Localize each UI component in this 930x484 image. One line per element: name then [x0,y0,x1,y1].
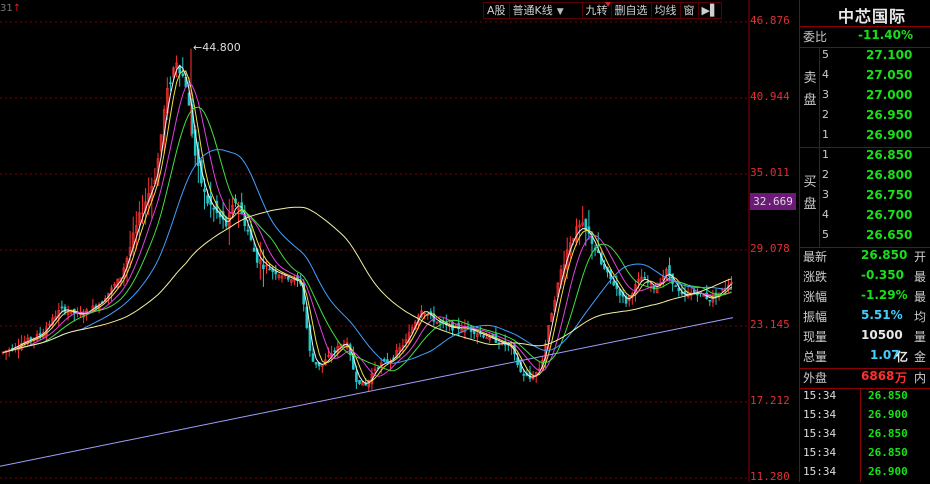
candle-body [246,229,250,232]
candle-body [206,195,209,204]
tick-trade-row: 15:34 26.850 [803,446,908,459]
stat-row: 最新 26.850 开 [803,248,927,264]
price-tick-label: 23.145 [750,318,790,331]
ma-line-5 [2,70,732,383]
candle-body [358,380,361,384]
candle-body [286,277,290,280]
candle-body [169,82,172,85]
price-tick-label: 35.011 [750,165,790,179]
candle-body [268,268,271,271]
price-axis: 46.876 40.944 35.011 29.078 23.145 17.212 11.2… [750,0,798,483]
outer-volume-row: 外盘 6868 万 内 [803,369,927,385]
tick-trade-row: 15:34 26.900 [803,465,908,478]
candle-body [485,337,488,340]
ma-line-3 [2,64,732,384]
candle-body [252,247,256,252]
chart-canvas[interactable] [0,0,750,482]
buy-level-row: 2 26.800 [822,168,913,182]
exit-icon[interactable]: ▶▌ [697,2,723,19]
price-tick-label: 17.212 [750,394,790,407]
buy-level-row: 3 26.750 [822,188,913,202]
window-button[interactable]: 窗 [679,2,699,19]
candle-body [60,306,64,309]
nine-turn-button[interactable]: 九转 [581,2,612,19]
price-tick-label: 11.280 [750,470,790,483]
kline-chart[interactable]: 31↑ ←44.800 [0,0,750,482]
candle-body [38,333,42,336]
price-tick-label: 29.078 [750,242,790,255]
period-indicator: 31↑ [0,3,22,14]
buy-level-row: 5 26.650 [822,228,913,242]
tick-trade-row: 15:34 26.850 [803,427,908,440]
candle-body [522,374,526,376]
candle-body [708,299,712,302]
candle-body [29,337,33,340]
quote-panel: 中芯国际 委比 -11.40% 卖盘 5 27.100 4 27.050 3 27.000… [799,0,930,482]
candle-body [482,335,485,338]
ma-line-14 [2,106,732,372]
stat-row: 现量 10500 量 [803,328,927,344]
current-price-tag: 32.669 [750,193,796,210]
sell-level-row: 5 27.100 [822,48,913,62]
up-arrow-icon: ↑ [12,3,22,14]
candle-body [181,73,185,77]
sell-level-row: 3 27.000 [822,88,913,102]
stat-row: 总量 1.07 亿金 [803,348,927,364]
sell-level-row: 1 26.900 [822,128,913,142]
ma-line-9 [2,82,732,377]
buy-level-row: 1 26.850 [822,148,913,162]
remove-watchlist-button[interactable]: 删自选 [610,2,652,19]
peak-price-label: ←44.800 [193,41,241,54]
stat-row: 涨跌 -0.350 最 [803,268,927,284]
candle-body [584,218,588,231]
tick-trade-row: 15:34 26.850 [803,389,908,402]
sell-level-row: 2 26.950 [822,108,913,122]
ma-line-60 [2,206,732,353]
stat-row: 涨幅 -1.29% 最 [803,288,927,304]
candle-body [311,353,315,362]
candle-body [355,371,358,382]
dropdown-arrow-icon: ▼ [556,7,564,17]
kline-type-dropdown[interactable]: 普通K线 ▼ [508,2,583,19]
stock-name: 中芯国际 [838,7,907,26]
price-tick-label: 46.876 [750,14,790,27]
chart-toolbar: A股 普通K线 ▼ 九转 删自选 均线 窗 ▶▌ [483,2,723,19]
candle-body [674,285,678,287]
stat-row: 振幅 5.51% 均 [803,308,927,324]
moving-average-button[interactable]: 均线 [650,2,681,19]
candle-body [203,188,206,193]
candle-body [262,264,265,269]
candle-body [63,306,67,313]
candle-body [333,350,337,352]
a-share-button[interactable]: A股 [483,2,510,19]
sell-level-row: 4 27.050 [822,68,913,82]
buy-level-row: 4 26.700 [822,208,913,222]
ma-line-250 [0,317,734,467]
candle-body [212,208,216,210]
candle-body [314,361,318,365]
tick-trade-row: 15:34 26.900 [803,408,908,421]
weibi-row: 委比 -11.40% [803,28,913,44]
ma-line-26 [2,149,732,364]
candle-body [643,277,647,279]
candle-body [612,281,616,286]
price-tick-label: 40.944 [750,89,790,103]
